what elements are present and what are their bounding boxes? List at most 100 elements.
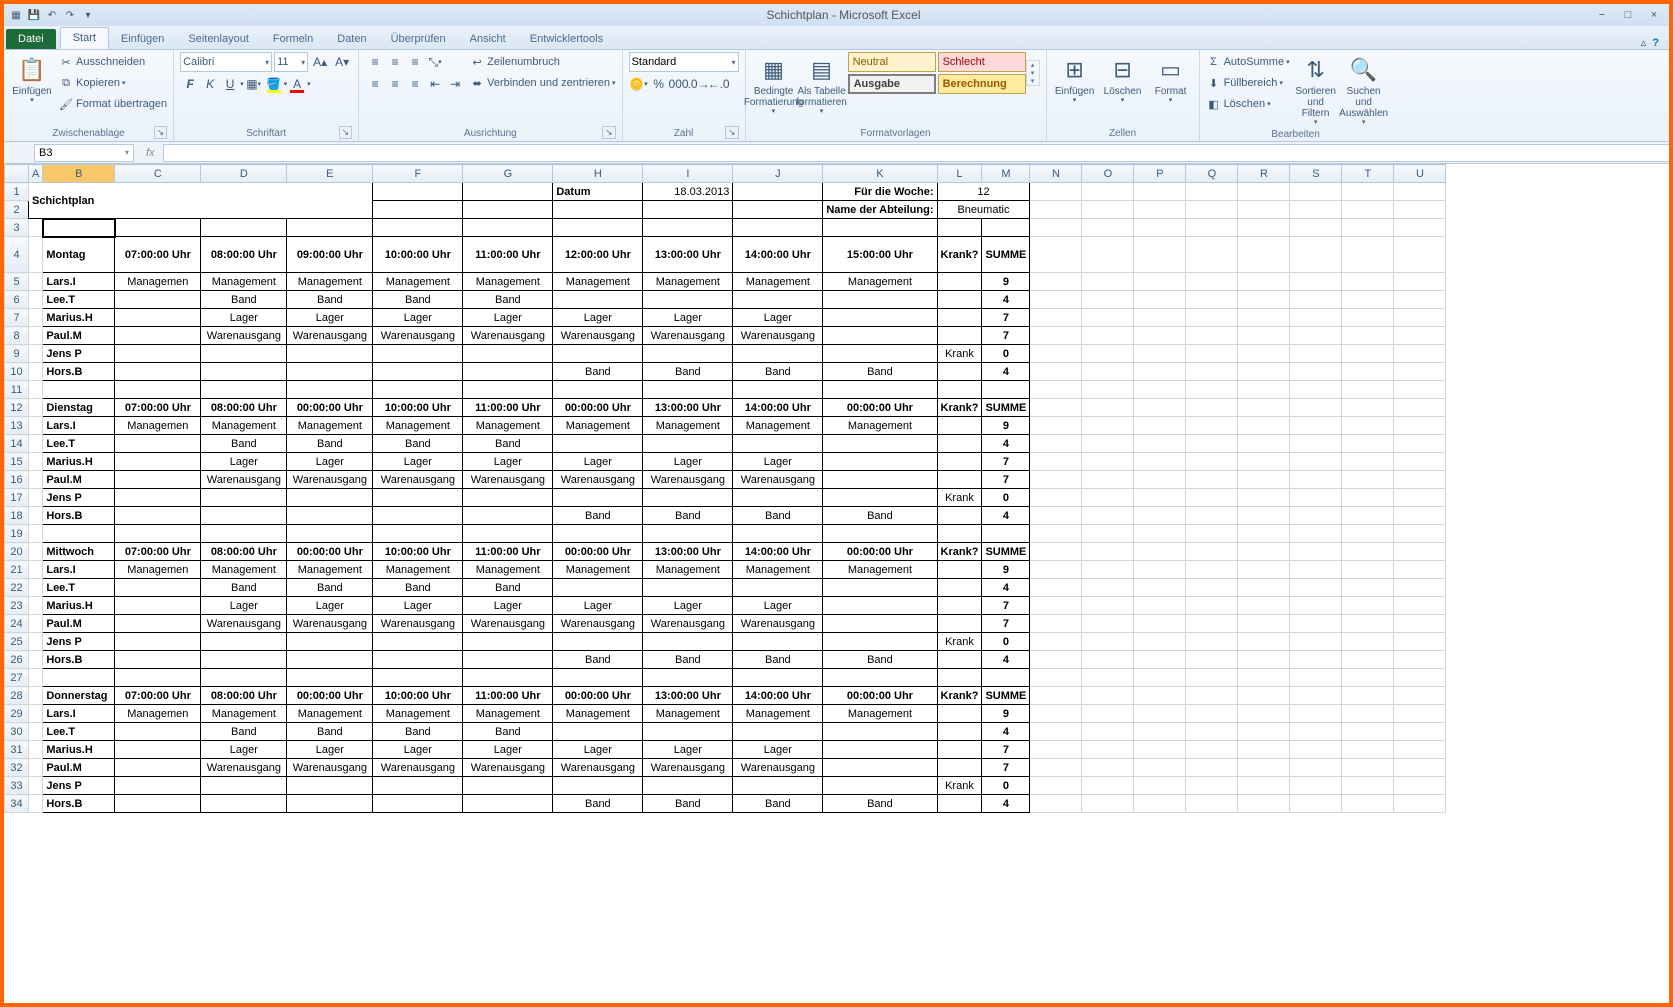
row-header-28[interactable]: 28 (5, 687, 29, 705)
delete-cells-button[interactable]: ⊟Löschen▾ (1101, 52, 1145, 105)
col-header-S[interactable]: S (1290, 165, 1342, 183)
clipboard-dialog-icon[interactable]: ↘ (154, 126, 168, 139)
cell[interactable] (373, 201, 463, 219)
cell[interactable] (287, 381, 373, 399)
cell[interactable]: 4 (982, 579, 1030, 597)
cell[interactable]: Jens P (43, 633, 115, 651)
cell[interactable] (201, 651, 287, 669)
cell[interactable]: Lager (553, 597, 643, 615)
col-header-A[interactable]: A (29, 165, 43, 183)
row-header-2[interactable]: 2 (5, 201, 29, 219)
cell[interactable]: Band (373, 723, 463, 741)
cell[interactable] (733, 381, 823, 399)
col-header-D[interactable]: D (201, 165, 287, 183)
cell[interactable] (823, 471, 937, 489)
cell[interactable]: Name der Abteilung: (823, 201, 937, 219)
cell[interactable] (115, 345, 201, 363)
row-header-24[interactable]: 24 (5, 615, 29, 633)
cell[interactable] (201, 345, 287, 363)
cell[interactable]: Jens P (43, 777, 115, 795)
cell[interactable] (823, 741, 937, 759)
cell[interactable] (643, 219, 733, 237)
cell[interactable] (733, 291, 823, 309)
cell[interactable]: Lager (643, 741, 733, 759)
tab-formeln[interactable]: Formeln (261, 29, 325, 49)
cell[interactable] (463, 777, 553, 795)
cell[interactable] (115, 615, 201, 633)
tab-entwicklertools[interactable]: Entwicklertools (518, 29, 615, 49)
cell[interactable]: Band (823, 795, 937, 813)
col-header-H[interactable]: H (553, 165, 643, 183)
cell[interactable]: Warenausgang (201, 327, 287, 345)
cell[interactable]: 10:00:00 Uhr (373, 399, 463, 417)
row-header-32[interactable]: 32 (5, 759, 29, 777)
cell[interactable]: 13:00:00 Uhr (643, 543, 733, 561)
italic-button[interactable]: K (200, 74, 220, 94)
cell[interactable]: 00:00:00 Uhr (823, 687, 937, 705)
cell[interactable]: Warenausgang (643, 327, 733, 345)
cell[interactable] (823, 435, 937, 453)
cell[interactable]: Marius.H (43, 741, 115, 759)
increase-decimal-icon[interactable]: .0→ (689, 74, 709, 94)
cell[interactable] (287, 489, 373, 507)
row-header-17[interactable]: 17 (5, 489, 29, 507)
cell[interactable]: 08:00:00 Uhr (201, 237, 287, 273)
cell[interactable] (115, 795, 201, 813)
cell[interactable]: Paul.M (43, 759, 115, 777)
cell[interactable] (201, 777, 287, 795)
cell[interactable] (937, 651, 982, 669)
cell[interactable]: 0 (982, 489, 1030, 507)
cell[interactable]: 07:00:00 Uhr (115, 237, 201, 273)
cell[interactable] (373, 669, 463, 687)
style-schlecht[interactable]: Schlecht (938, 52, 1026, 72)
cell[interactable] (287, 525, 373, 543)
cell[interactable]: Band (287, 435, 373, 453)
name-box[interactable]: B3▾ (34, 144, 134, 162)
cell[interactable] (823, 669, 937, 687)
cell[interactable] (287, 633, 373, 651)
cell[interactable]: Management (373, 561, 463, 579)
cell[interactable]: Management (463, 561, 553, 579)
cell[interactable]: Lager (463, 597, 553, 615)
cell[interactable]: 00:00:00 Uhr (287, 687, 373, 705)
cell[interactable]: Lager (373, 309, 463, 327)
row-header-30[interactable]: 30 (5, 723, 29, 741)
cell[interactable] (201, 507, 287, 525)
cell[interactable] (937, 435, 982, 453)
cell[interactable]: Managemen (115, 273, 201, 291)
row-header-20[interactable]: 20 (5, 543, 29, 561)
cell[interactable]: Management (553, 417, 643, 435)
row-header-23[interactable]: 23 (5, 597, 29, 615)
cell[interactable]: Management (463, 417, 553, 435)
cell[interactable] (553, 723, 643, 741)
cell[interactable] (287, 651, 373, 669)
col-header-O[interactable]: O (1082, 165, 1134, 183)
cell[interactable] (201, 381, 287, 399)
tab-ansicht[interactable]: Ansicht (458, 29, 518, 49)
insert-cells-button[interactable]: ⊞Einfügen▾ (1053, 52, 1097, 105)
fill-color-button[interactable]: 🪣 (264, 74, 284, 94)
cell[interactable]: Lager (733, 309, 823, 327)
cell[interactable] (115, 219, 201, 237)
cell[interactable]: 13:00:00 Uhr (643, 687, 733, 705)
cell[interactable] (287, 795, 373, 813)
font-size-select[interactable]: 11▾ (274, 52, 308, 72)
cell[interactable]: 07:00:00 Uhr (115, 543, 201, 561)
cell[interactable]: 7 (982, 759, 1030, 777)
cell[interactable] (115, 741, 201, 759)
cell[interactable]: Management (201, 273, 287, 291)
cell[interactable]: Band (463, 435, 553, 453)
cell[interactable]: Management (201, 417, 287, 435)
cell[interactable]: Lee.T (43, 723, 115, 741)
cell[interactable] (937, 705, 982, 723)
row-header-6[interactable]: 6 (5, 291, 29, 309)
cell[interactable]: Lager (643, 597, 733, 615)
col-header-E[interactable]: E (287, 165, 373, 183)
cell[interactable] (463, 201, 553, 219)
font-dialog-icon[interactable]: ↘ (339, 126, 353, 139)
cell[interactable] (733, 579, 823, 597)
cell[interactable]: Warenausgang (287, 759, 373, 777)
row-header-33[interactable]: 33 (5, 777, 29, 795)
align-top-icon[interactable]: ≡ (365, 52, 385, 72)
cell[interactable]: 00:00:00 Uhr (287, 399, 373, 417)
